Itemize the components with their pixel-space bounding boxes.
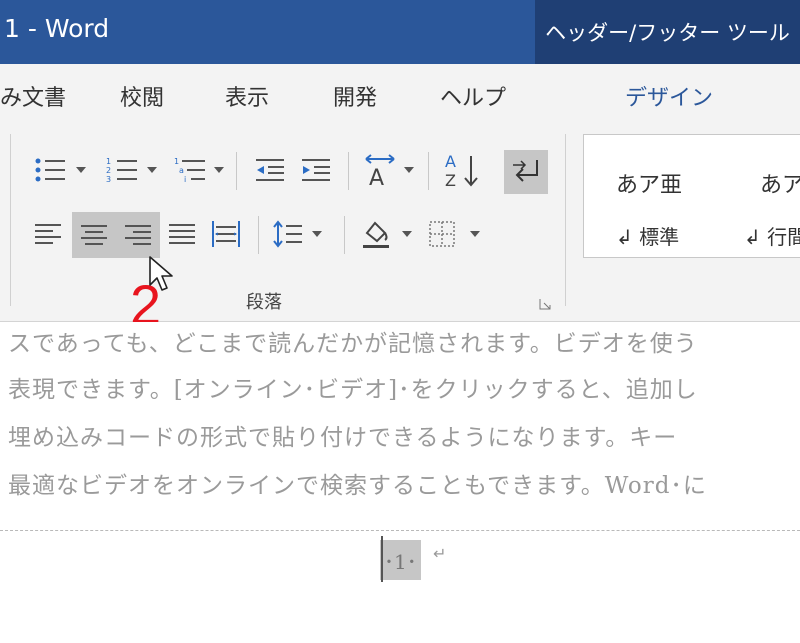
body-text-line: 最適なビデオをオンラインで検索することもできます。Word･に <box>8 473 707 499</box>
tab-view[interactable]: 表示 <box>225 80 269 112</box>
footer-page-number[interactable]: ･1･ <box>380 540 421 580</box>
styles-gallery: あア亜 ↲ 標準 あア ↲ 行間 <box>583 134 800 258</box>
separator <box>428 152 429 190</box>
svg-text:1: 1 <box>106 157 111 166</box>
style-sample-no-spacing[interactable]: あア <box>760 167 800 199</box>
document-page[interactable]: スであっても、どこまで読んだかが記憶されます。ビデオを使う 表現できます。[オン… <box>0 322 800 643</box>
paint-bucket-icon <box>363 221 389 248</box>
show-formatting-marks-button[interactable] <box>504 150 548 194</box>
svg-text:2: 2 <box>106 166 111 175</box>
chevron-down-icon <box>147 167 157 173</box>
align-right-button[interactable] <box>116 212 160 258</box>
sort-icon: A Z <box>445 152 478 190</box>
svg-text:1: 1 <box>174 157 179 166</box>
dialog-launcher-icon <box>539 299 551 310</box>
paragraph-dialog-launcher[interactable] <box>538 296 552 310</box>
decrease-indent-icon <box>256 159 284 181</box>
svg-text:Z: Z <box>445 171 456 190</box>
align-right-icon <box>125 225 151 245</box>
title-bar: 1 - Word ヘッダー/フッター ツール <box>0 0 800 64</box>
group-divider <box>565 134 566 306</box>
text-direction-icon: A <box>365 154 395 187</box>
borders-dropdown[interactable] <box>468 228 482 240</box>
chevron-down-icon <box>312 231 322 237</box>
chevron-down-icon <box>470 231 480 237</box>
distributed-button[interactable] <box>206 214 246 254</box>
separator <box>258 216 259 254</box>
chevron-down-icon <box>402 231 412 237</box>
numbering-icon: 1 2 3 <box>106 157 137 184</box>
borders-button[interactable] <box>422 214 462 254</box>
separator <box>344 216 345 254</box>
footer-boundary <box>0 530 800 531</box>
paragraph-group-label: 段落 <box>246 292 282 313</box>
tab-developer[interactable]: 開発 <box>333 80 377 112</box>
bullets-button[interactable] <box>30 152 70 188</box>
text-direction-dropdown[interactable] <box>402 164 416 176</box>
svg-text:A: A <box>445 152 456 171</box>
chevron-down-icon <box>214 167 224 173</box>
align-left-icon <box>35 224 61 244</box>
svg-text:i: i <box>184 175 186 184</box>
mouse-pointer-icon <box>148 255 176 299</box>
paragraph-mark: ↵ <box>433 544 447 563</box>
ribbon-tab-row: み文書 校閲 表示 開発 ヘルプ デザイン <box>0 64 800 126</box>
sort-button[interactable]: A Z <box>440 148 484 192</box>
chevron-down-icon <box>76 167 86 173</box>
header-footer-tools-tab[interactable]: ヘッダー/フッター ツール <box>535 0 800 64</box>
separator <box>348 152 349 190</box>
tab-review[interactable]: 校閲 <box>120 80 164 112</box>
ribbon-paragraph-group: 1 2 3 1 a i A A Z 段落 あア亜 ↲ 標準 あア ↲ 行間 <box>0 126 800 322</box>
style-name-no-spacing[interactable]: ↲ 行間 <box>744 221 800 250</box>
tab-design[interactable]: デザイン <box>625 80 713 112</box>
text-cursor <box>381 536 383 582</box>
line-spacing-icon <box>273 220 302 248</box>
multilevel-list-button[interactable]: 1 a i <box>170 152 210 188</box>
justify-button[interactable] <box>162 214 202 254</box>
tab-help[interactable]: ヘルプ <box>440 80 506 112</box>
align-center-button[interactable] <box>72 212 116 258</box>
group-divider <box>10 134 11 306</box>
svg-text:3: 3 <box>106 175 111 184</box>
svg-text:A: A <box>369 166 384 187</box>
separator <box>236 152 237 190</box>
align-left-button[interactable] <box>28 214 68 254</box>
justify-icon <box>169 224 195 244</box>
align-center-icon <box>81 225 107 245</box>
bullets-icon <box>35 158 65 182</box>
text-direction-button[interactable]: A <box>358 150 402 190</box>
increase-indent-icon <box>302 159 330 181</box>
shading-dropdown[interactable] <box>400 228 414 240</box>
borders-icon <box>429 221 455 247</box>
window-title: 1 - Word <box>4 14 110 43</box>
line-spacing-button[interactable] <box>268 214 308 254</box>
numbering-dropdown[interactable] <box>145 164 159 176</box>
style-sample-normal[interactable]: あア亜 <box>616 167 682 199</box>
line-spacing-dropdown[interactable] <box>310 228 324 240</box>
numbering-button[interactable]: 1 2 3 <box>102 152 142 188</box>
distributed-icon <box>212 221 240 247</box>
svg-text:a: a <box>179 166 184 175</box>
chevron-down-icon <box>404 167 414 173</box>
bullets-dropdown[interactable] <box>74 164 88 176</box>
body-text-line: 表現できます。[オンライン･ビデオ]･をクリックすると、追加し <box>8 377 698 403</box>
decrease-indent-button[interactable] <box>250 152 290 188</box>
body-text-line: スであっても、どこまで読んだかが記憶されます。ビデオを使う <box>8 331 698 357</box>
multilevel-list-dropdown[interactable] <box>212 164 226 176</box>
shading-button[interactable] <box>354 212 398 256</box>
increase-indent-button[interactable] <box>296 152 336 188</box>
show-hide-marks-icon <box>513 160 538 182</box>
body-text-line: 埋め込みコードの形式で貼り付けできるようになります。キー <box>8 425 678 451</box>
multilevel-list-icon: 1 a i <box>174 157 205 184</box>
style-name-normal[interactable]: ↲ 標準 <box>616 221 679 250</box>
tab-mailings[interactable]: み文書 <box>0 80 66 112</box>
